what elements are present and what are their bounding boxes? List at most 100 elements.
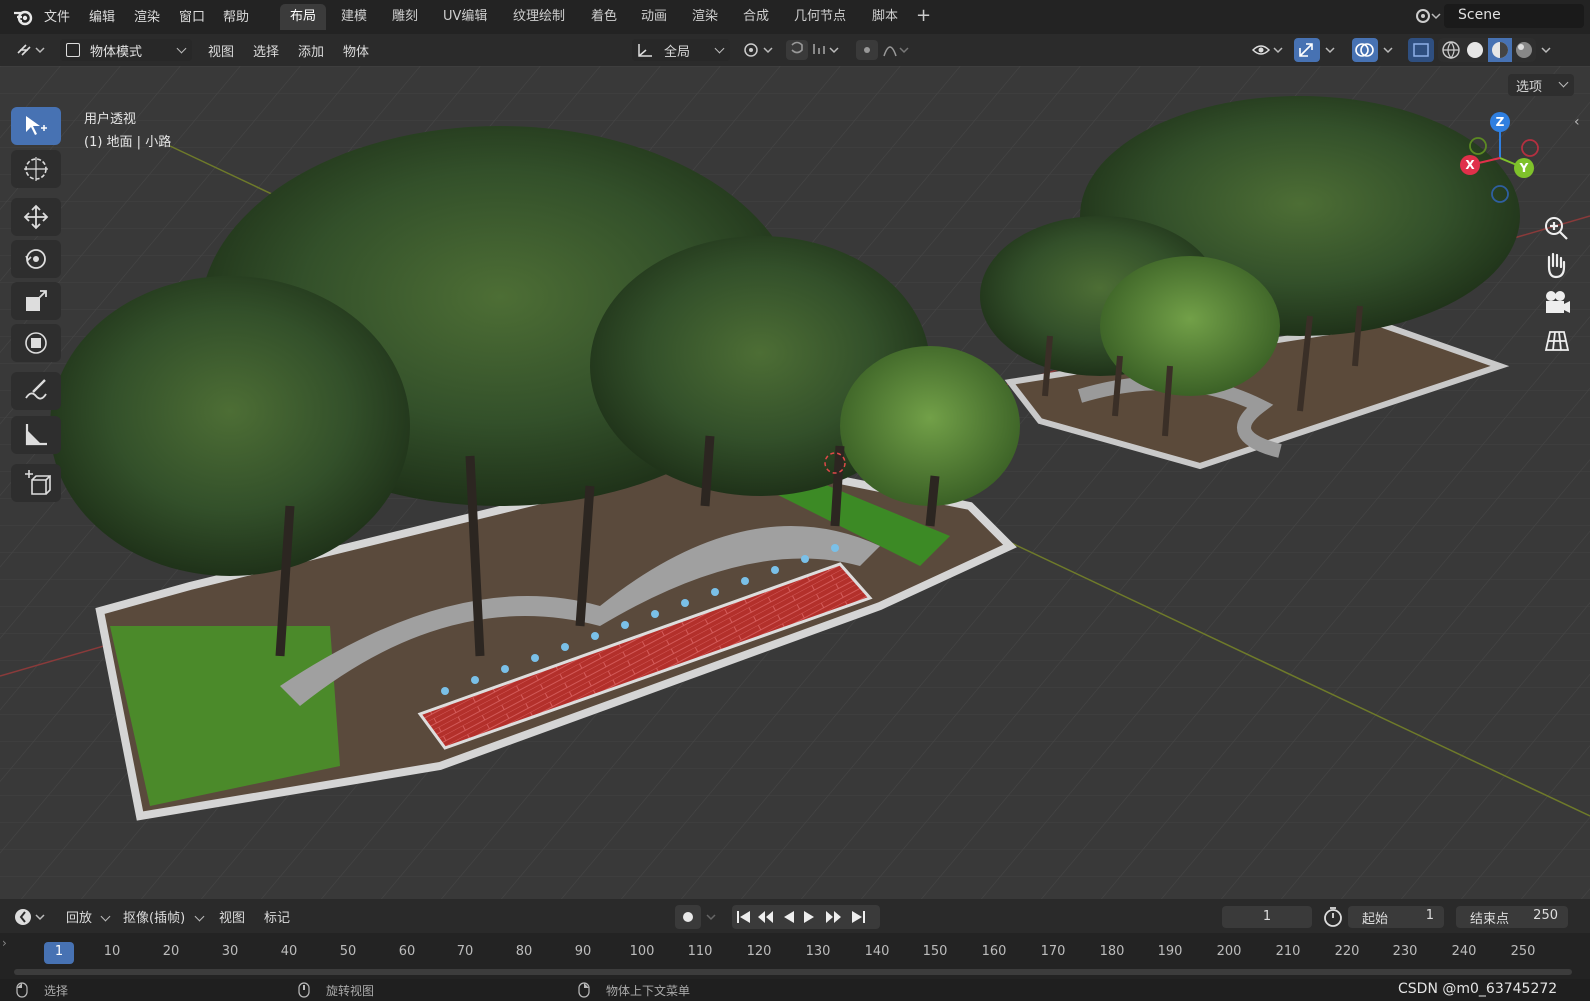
blender-logo-icon[interactable]	[12, 7, 34, 27]
timeline-ruler[interactable]: 1 10 20 30 40 50 60 70 80 90 100 110 120 130 140 150 160…	[0, 933, 1590, 979]
select-box-icon	[26, 116, 47, 135]
playback-controls[interactable]	[732, 905, 880, 929]
tab-layout[interactable]: 布局	[280, 4, 327, 30]
cursor-tool[interactable]	[11, 150, 61, 188]
stopwatch-icon[interactable]	[1322, 906, 1344, 928]
visibility-eye-icon[interactable]	[1252, 40, 1286, 60]
frame-number: 160	[981, 944, 1007, 959]
scene-selector[interactable]: Scene	[1416, 4, 1584, 28]
move-tool[interactable]	[11, 198, 61, 236]
add-cube-tool[interactable]	[11, 464, 61, 502]
gizmo-toggle-icon[interactable]	[1294, 38, 1344, 62]
top-menu-bar: 文件 编辑 渲染 窗口 帮助 布局 建模 雕刻 UV编辑 纹理绘制 着色 动画 …	[0, 0, 1590, 34]
shading-mode-group[interactable]	[1438, 38, 1558, 62]
neg-x-axis-icon[interactable]	[1521, 139, 1539, 157]
measure-icon	[25, 424, 47, 446]
tab-sculpting[interactable]: 雕刻	[382, 4, 428, 30]
orientation-dropdown[interactable]: 全局	[632, 39, 730, 61]
cursor-icon	[24, 157, 48, 181]
frame-number: 220	[1334, 944, 1360, 959]
frame-number: 140	[864, 944, 890, 959]
viewport-header: 物体模式 视图 选择 添加 物体 全局	[0, 34, 1590, 66]
z-axis-label: Z	[1496, 115, 1505, 129]
frame-number: 230	[1392, 944, 1418, 959]
tab-rendering[interactable]: 渲染	[682, 4, 728, 30]
frame-number: 80	[515, 944, 533, 959]
neg-z-axis-icon[interactable]	[1491, 185, 1509, 203]
menu-file[interactable]: 文件	[44, 6, 70, 25]
camera-icon[interactable]	[1540, 286, 1574, 320]
overlays-icon[interactable]	[1352, 38, 1402, 62]
navigation-gizmo[interactable]: Z Y X	[1460, 110, 1550, 206]
tab-geometry-nodes[interactable]: 几何节点	[784, 4, 856, 30]
frame-number: 240	[1451, 944, 1477, 959]
scale-tool[interactable]	[11, 282, 61, 320]
pivot-point-icon[interactable]	[742, 41, 776, 59]
auto-keying-button[interactable]	[675, 905, 719, 929]
frame-number: 170	[1040, 944, 1066, 959]
pan-hand-icon[interactable]	[1540, 249, 1574, 283]
tab-modeling[interactable]: 建模	[331, 4, 377, 30]
grid-view-icon[interactable]	[1540, 324, 1574, 358]
timeline-view-menu[interactable]: 视图	[219, 907, 245, 926]
viewport-scene[interactable]	[0, 66, 1590, 899]
tab-uv-editing[interactable]: UV编辑	[433, 4, 497, 30]
menu-add[interactable]: 添加	[298, 41, 324, 60]
menu-object[interactable]: 物体	[343, 41, 369, 60]
frame-number: 10	[103, 944, 121, 959]
tab-shading[interactable]: 着色	[581, 4, 627, 30]
keying-menu[interactable]: 抠像(插帧)	[123, 907, 185, 926]
frame-number: 120	[746, 944, 772, 959]
menu-view[interactable]: 视图	[208, 41, 234, 60]
add-workspace-icon[interactable]: +	[916, 5, 931, 26]
mode-dropdown[interactable]: 物体模式	[60, 39, 192, 61]
menu-window[interactable]: 窗口	[179, 6, 205, 25]
xray-icon[interactable]	[1408, 38, 1434, 62]
snap-icon[interactable]	[786, 40, 846, 60]
expand-left-icon[interactable]: ›	[2, 936, 7, 950]
marker-menu[interactable]: 标记	[264, 907, 290, 926]
select-box-tool[interactable]	[11, 107, 61, 145]
editor-type-icon[interactable]	[16, 41, 48, 59]
start-frame-field[interactable]: 起始 1	[1348, 906, 1444, 928]
annotate-tool[interactable]	[11, 372, 61, 410]
frame-number: 130	[805, 944, 831, 959]
scene-icon[interactable]	[1414, 6, 1442, 26]
chevron-down-icon	[100, 911, 111, 922]
menu-select[interactable]: 选择	[253, 41, 279, 60]
tab-texture-paint[interactable]: 纹理绘制	[503, 4, 575, 30]
zoom-icon[interactable]	[1540, 212, 1574, 246]
measure-tool[interactable]	[11, 416, 61, 454]
playback-menu[interactable]: 回放	[66, 907, 92, 926]
add-cube-icon	[25, 470, 51, 495]
current-frame-field[interactable]: 1	[1222, 906, 1312, 928]
tab-scripting[interactable]: 脚本	[862, 4, 908, 30]
options-dropdown[interactable]: 选项	[1508, 74, 1574, 96]
move-icon	[23, 204, 49, 230]
mouse-left-icon	[16, 982, 28, 998]
neg-y-axis-icon[interactable]	[1469, 137, 1487, 155]
3d-viewport[interactable]: 用户透视 (1) 地面 | 小路 选项 Z Y X ‹	[0, 66, 1590, 899]
y-axis-label: Y	[1519, 161, 1529, 175]
proportional-edit-icon[interactable]	[856, 40, 910, 60]
menu-edit[interactable]: 编辑	[89, 6, 115, 25]
timeline-editor-icon[interactable]	[14, 907, 48, 927]
end-label: 结束点	[1470, 912, 1510, 927]
scene-name: Scene	[1458, 7, 1501, 23]
chevron-down-icon	[1558, 77, 1569, 88]
tab-compositing[interactable]: 合成	[733, 4, 779, 30]
status-bar: 选择 旋转视图 物体上下文菜单 CSDN @m0_63745272	[0, 979, 1590, 1001]
options-label: 选项	[1516, 80, 1543, 95]
timeline-scrollbar[interactable]	[14, 969, 1572, 975]
annotate-icon	[25, 379, 47, 400]
transform-tool[interactable]	[11, 324, 61, 362]
menu-render[interactable]: 渲染	[134, 6, 160, 25]
menu-help[interactable]: 帮助	[223, 6, 249, 25]
tab-animation[interactable]: 动画	[631, 4, 677, 30]
rotate-tool[interactable]	[11, 240, 61, 278]
end-frame-field[interactable]: 结束点 250	[1456, 906, 1568, 928]
sidebar-toggle-icon[interactable]: ‹	[1574, 114, 1580, 130]
frame-number: 50	[339, 944, 357, 959]
frame-number: 250	[1510, 944, 1536, 959]
frame-number: 100	[629, 944, 655, 959]
